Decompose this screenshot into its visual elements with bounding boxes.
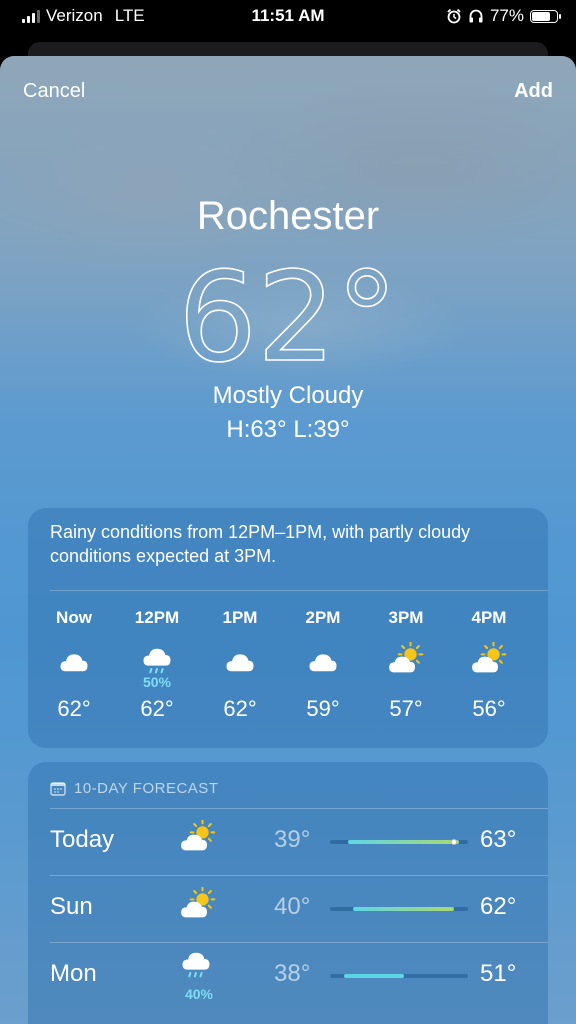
hour-temperature: 57° xyxy=(389,696,423,721)
high-temperature: 63° xyxy=(480,826,517,853)
low-temperature: 40° xyxy=(274,893,311,920)
low-temperature: 39° xyxy=(274,826,311,853)
temperature-range-track xyxy=(330,974,468,978)
battery-percent: 77% xyxy=(489,6,524,25)
hourly-forecast-card[interactable]: Rainy conditions from 12PM–1PM, with par… xyxy=(28,508,548,748)
day-row[interactable]: Sun 40° 62° xyxy=(28,875,548,941)
day-name: Sun xyxy=(50,893,93,920)
day-name: Today xyxy=(50,826,115,853)
ten-day-header-label: 10-DAY FORECAST xyxy=(74,780,219,797)
temperature-range-bar xyxy=(343,974,404,978)
partly-sunny-icon xyxy=(178,819,218,860)
hour-label: 4PM xyxy=(471,608,507,627)
precip-chance: 50% xyxy=(142,674,172,690)
low-temperature: 38° xyxy=(274,960,311,987)
ten-day-forecast-card[interactable]: 10-DAY FORECAST Today 39° 63° Sun 40° 62° Mon 4… xyxy=(28,762,548,1024)
hour-temperature: 62° xyxy=(223,696,257,721)
hour-temperature: 62° xyxy=(57,696,91,721)
hour-temperature: 56° xyxy=(472,696,506,721)
hour-label: 3PM xyxy=(388,608,424,627)
high-temperature: 62° xyxy=(480,893,517,920)
hour-label: 1PM xyxy=(222,608,258,627)
temperature-range-bar xyxy=(353,907,455,911)
hourly-summary: Rainy conditions from 12PM–1PM, with par… xyxy=(50,522,471,566)
weather-sheet: Cancel Add Rochester 62° Mostly Cloudy H… xyxy=(0,56,576,1024)
status-right: 77% xyxy=(446,6,561,26)
ten-day-header: 10-DAY FORECAST xyxy=(50,780,218,797)
headphones-icon xyxy=(469,9,483,23)
current-temperature-text: 62° xyxy=(178,252,398,372)
hour-label: 12PM xyxy=(134,608,180,627)
high-low-text: H:63° L:39° xyxy=(226,416,350,443)
city-name: Rochester xyxy=(196,194,380,238)
alarm-icon xyxy=(447,8,461,24)
hourly-item: Now 62° xyxy=(34,608,114,722)
hourly-item: 2PM 59° xyxy=(283,608,363,722)
temperature-range-track xyxy=(330,839,468,845)
battery-fill xyxy=(532,11,550,21)
high-temperature: 51° xyxy=(480,960,517,987)
hourly-item: 4PM 56° xyxy=(449,608,529,722)
hourly-item: 12PM 50% 62° xyxy=(117,608,197,722)
current-temperature-dot xyxy=(451,839,458,845)
status-bar: Verizon LTE 11:51 AM 77% xyxy=(0,0,576,34)
cancel-button[interactable]: Cancel xyxy=(23,80,85,103)
calendar-icon xyxy=(50,782,66,796)
hour-temperature: 59° xyxy=(306,696,340,721)
day-row[interactable]: Today 39° 63° xyxy=(28,808,548,874)
temperature-range-track xyxy=(330,907,468,911)
day-row[interactable]: Mon 40% 38° 51° xyxy=(28,942,548,1008)
condition-text: Mostly Cloudy xyxy=(212,382,364,409)
hourly-item: 1PM 62° xyxy=(200,608,280,722)
cloud-rain-icon xyxy=(178,946,218,986)
add-button[interactable]: Add xyxy=(514,80,553,103)
hour-temperature: 62° xyxy=(140,696,174,721)
hourly-item: 3PM 57° xyxy=(366,608,446,722)
current-temperature: 62° xyxy=(177,252,398,372)
hour-label: 2PM xyxy=(305,608,341,627)
battery-icon xyxy=(530,9,561,23)
divider xyxy=(50,590,548,591)
partly-sunny-icon xyxy=(178,886,218,927)
hour-label: Now xyxy=(56,608,92,627)
temperature-range-bar xyxy=(348,840,459,844)
precip-chance: 40% xyxy=(184,986,214,1002)
day-name: Mon xyxy=(50,960,97,987)
